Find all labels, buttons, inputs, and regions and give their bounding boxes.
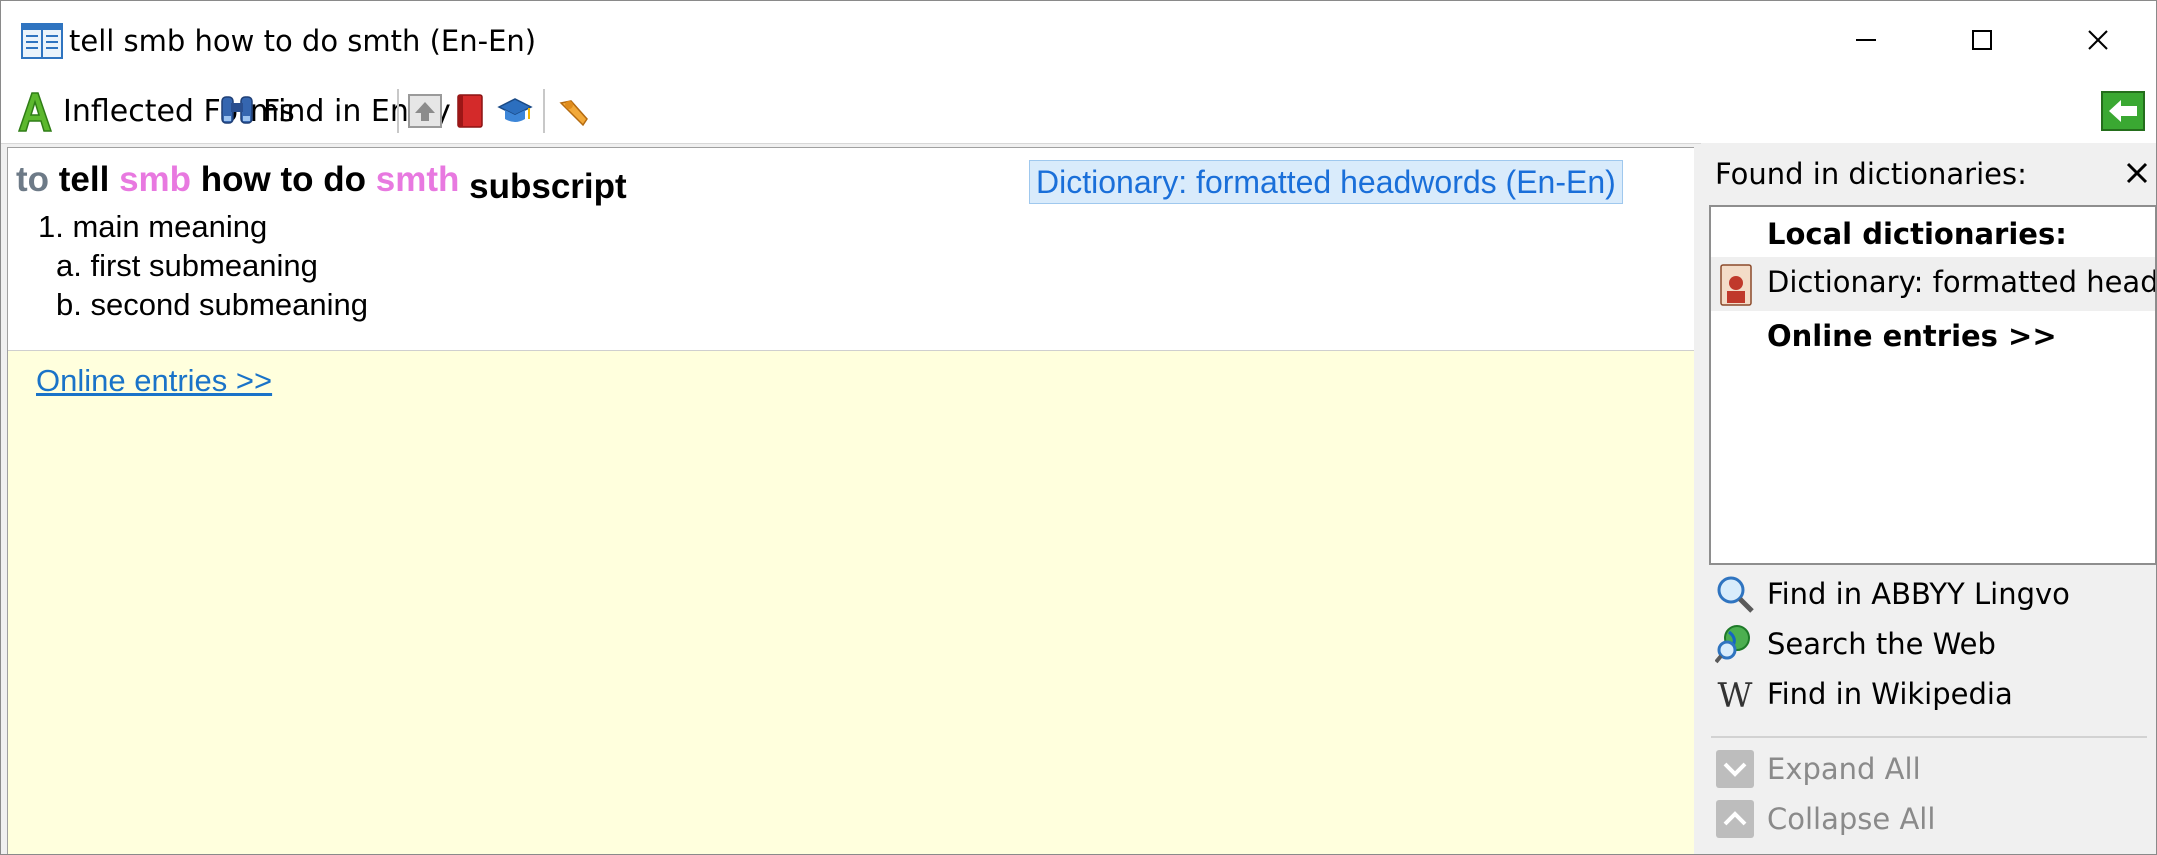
back-arrow-icon [2101, 91, 2145, 131]
online-entries-link[interactable]: Online entries >> [36, 363, 272, 399]
dictionary-window: tell smb how to do smth (En-En) Inflecte… [0, 0, 2157, 855]
collapse-all-button[interactable]: Collapse All [1715, 796, 1935, 842]
tutor-button[interactable] [497, 87, 533, 135]
dictionary-app-icon [21, 23, 63, 59]
panel-separator [1711, 736, 2147, 738]
inflected-forms-icon [17, 92, 53, 132]
back-button[interactable] [2101, 87, 2145, 135]
chevron-down-icon [1716, 750, 1754, 788]
window-title: tell smb how to do smth (En-En) [69, 24, 537, 58]
find-in-wikipedia-action[interactable]: W Find in Wikipedia [1715, 671, 2013, 717]
close-panel-button[interactable] [2125, 161, 2149, 185]
entry-pane: to tell smb how to do smth subscript Dic… [7, 147, 1694, 854]
toolbar: Inflected Forms Find in Entry [1, 79, 2156, 144]
dictionaries-button[interactable] [455, 87, 485, 135]
entry-headword: to tell smb how to do smth subscript [16, 158, 627, 206]
upload-home-icon [408, 94, 442, 128]
side-panel-title: Found in dictionaries: [1715, 157, 2027, 191]
list-item-label: Dictionary: formatted headwords (En-En) [1767, 265, 2157, 299]
online-entries-header[interactable]: Online entries >> [1767, 319, 2057, 353]
close-window-button[interactable] [2040, 1, 2156, 79]
headword-part: tell [58, 160, 110, 199]
close-icon [2126, 162, 2148, 184]
binoculars-icon [221, 96, 253, 124]
wikipedia-icon: W [1718, 676, 1753, 714]
show-home-button[interactable] [407, 87, 443, 135]
globe-search-icon [1715, 625, 1750, 664]
meaning-item: 1. main meaning [38, 209, 268, 244]
dictionary-name-badge[interactable]: Dictionary: formatted headwords (En-En) [1029, 160, 1623, 204]
red-book-icon [457, 94, 483, 128]
find-in-lingvo-action[interactable]: Find in ABBYY Lingvo [1715, 571, 2070, 617]
expand-all-label: Expand All [1767, 752, 1921, 786]
headword-part: smb [119, 160, 192, 199]
magnifier-icon [1717, 576, 1754, 613]
svg-text:W: W [1718, 676, 1753, 714]
online-entries-area: Online entries >> [8, 350, 1694, 854]
search-the-web-label: Search the Web [1767, 627, 1996, 661]
dictionary-book-icon [1720, 264, 1752, 306]
find-in-lingvo-label: Find in ABBYY Lingvo [1767, 577, 2070, 611]
local-dictionaries-header: Local dictionaries: [1767, 217, 2067, 251]
headword-part: how to do [200, 160, 367, 199]
expand-all-button[interactable]: Expand All [1715, 746, 1921, 792]
speaker-icon [559, 100, 588, 127]
headword-subscript: subscript [469, 167, 627, 206]
collapse-all-label: Collapse All [1767, 802, 1936, 836]
minimize-icon [1856, 39, 1876, 41]
maximize-button[interactable] [1924, 1, 2040, 79]
found-in-dictionaries-panel: Found in dictionaries: Local dictionarie… [1701, 143, 2156, 854]
title-bar[interactable]: tell smb how to do smth (En-En) [1, 1, 2156, 79]
maximize-icon [1972, 30, 1992, 50]
close-icon [2088, 30, 2108, 50]
search-the-web-action[interactable]: Search the Web [1715, 621, 1996, 667]
toolbar-separator [543, 89, 545, 133]
dictionaries-list[interactable]: Local dictionaries: Dictionary: formatte… [1709, 205, 2156, 565]
graduation-cap-icon [497, 98, 533, 122]
headword-part: to [16, 160, 50, 199]
list-item[interactable]: Dictionary: formatted headwords (En-En) [1711, 257, 2155, 311]
chevron-up-icon [1716, 800, 1754, 838]
submeaning-item: a. first submeaning [56, 248, 318, 283]
find-in-wikipedia-label: Find in Wikipedia [1767, 677, 2013, 711]
toolbar-separator [397, 89, 399, 133]
minimize-button[interactable] [1808, 1, 1924, 79]
submeaning-item: b. second submeaning [56, 287, 368, 322]
headword-part: smth [375, 160, 460, 199]
pronunciation-button[interactable] [557, 87, 593, 135]
